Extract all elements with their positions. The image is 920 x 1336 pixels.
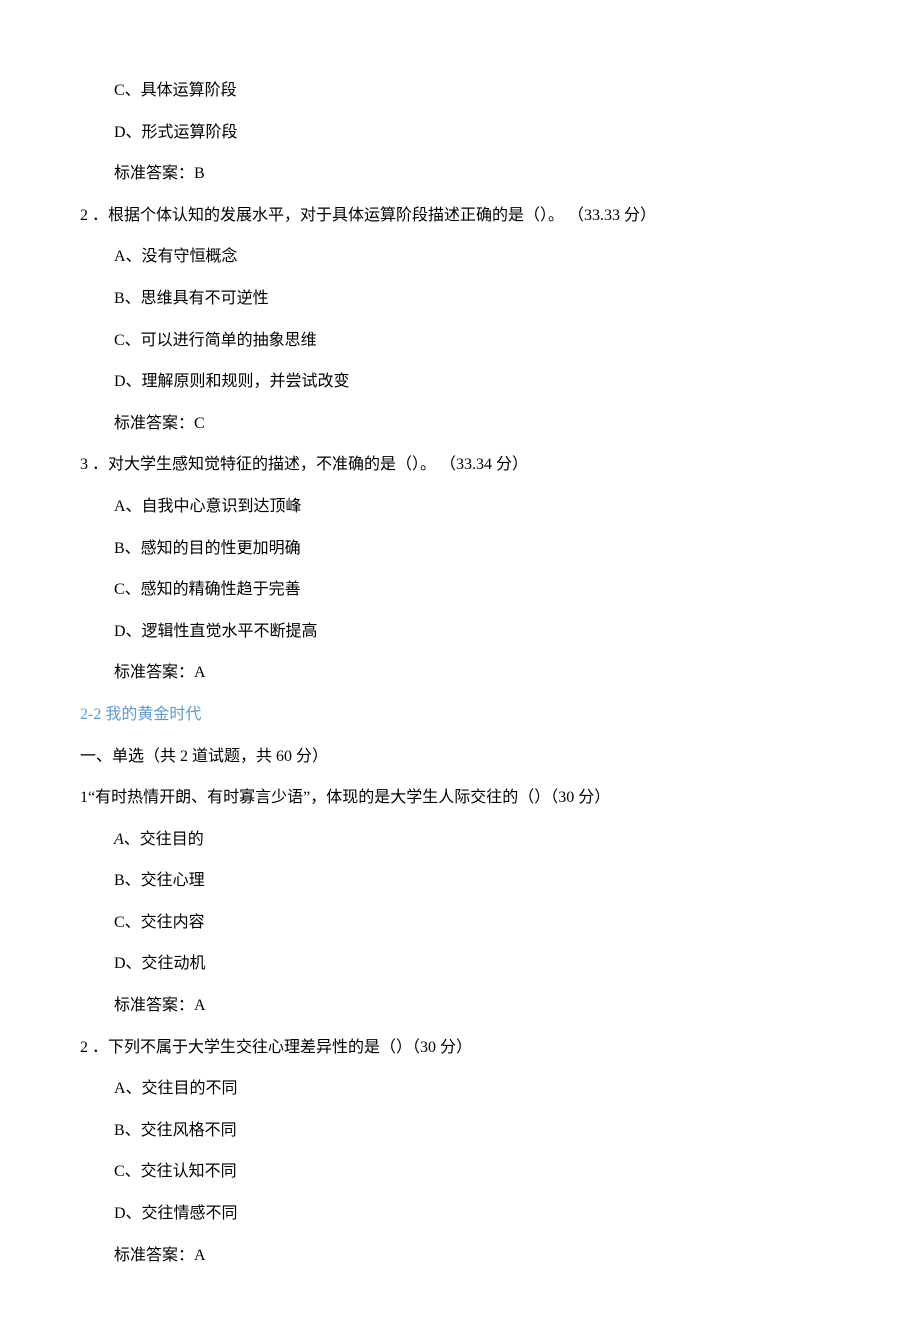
question-option: A、没有守恒概念: [80, 236, 840, 278]
question-stem: 2 ．根据个体认知的发展水平，对于具体运算阶段描述正确的是（）。 （33.33 …: [80, 195, 840, 237]
question-option: B、交往风格不同: [80, 1110, 840, 1152]
question-stem: 3 ．对大学生感知觉特征的描述，不准确的是（）。 （33.34 分）: [80, 444, 840, 486]
question-option: A、自我中心意识到达顶峰: [80, 486, 840, 528]
question-option: D、交往情感不同: [80, 1193, 840, 1235]
question-option: C、可以进行简单的抽象思维: [80, 320, 840, 362]
answer-line: 标准答案：A: [80, 1235, 840, 1277]
section-title: 2-2 我的黄金时代: [80, 694, 840, 736]
question-option: C、交往内容: [80, 902, 840, 944]
question-option: D、形式运算阶段: [80, 112, 840, 154]
answer-line: 标准答案：B: [80, 153, 840, 195]
question-option: D、交往动机: [80, 943, 840, 985]
question-option: B、思维具有不可逆性: [80, 278, 840, 320]
answer-line: 标准答案：A: [80, 985, 840, 1027]
question-option: B、感知的目的性更加明确: [80, 528, 840, 570]
question-option: D、逻辑性直觉水平不断提高: [80, 611, 840, 653]
question-option: C、交往认知不同: [80, 1151, 840, 1193]
section-instruction: 一、单选（共 2 道试题，共 60 分）: [80, 736, 840, 778]
answer-line: 标准答案：A: [80, 652, 840, 694]
question-option: C、具体运算阶段: [80, 70, 840, 112]
question-option: C、感知的精确性趋于完善: [80, 569, 840, 611]
question-option: A、交往目的: [80, 819, 840, 861]
answer-line: 标准答案：C: [80, 403, 840, 445]
option-text: 、交往目的: [124, 831, 204, 848]
question-option: D、理解原则和规则，并尝试改变: [80, 361, 840, 403]
question-option: A、交往目的不同: [80, 1068, 840, 1110]
question-stem: 1“有时热情开朗、有时寡言少语”，体现的是大学生人际交往的（）（30 分）: [80, 777, 840, 819]
question-stem: 2 ．下列不属于大学生交往心理差异性的是（）（30 分）: [80, 1027, 840, 1069]
option-letter: A: [114, 831, 124, 848]
question-option: B、交往心理: [80, 860, 840, 902]
